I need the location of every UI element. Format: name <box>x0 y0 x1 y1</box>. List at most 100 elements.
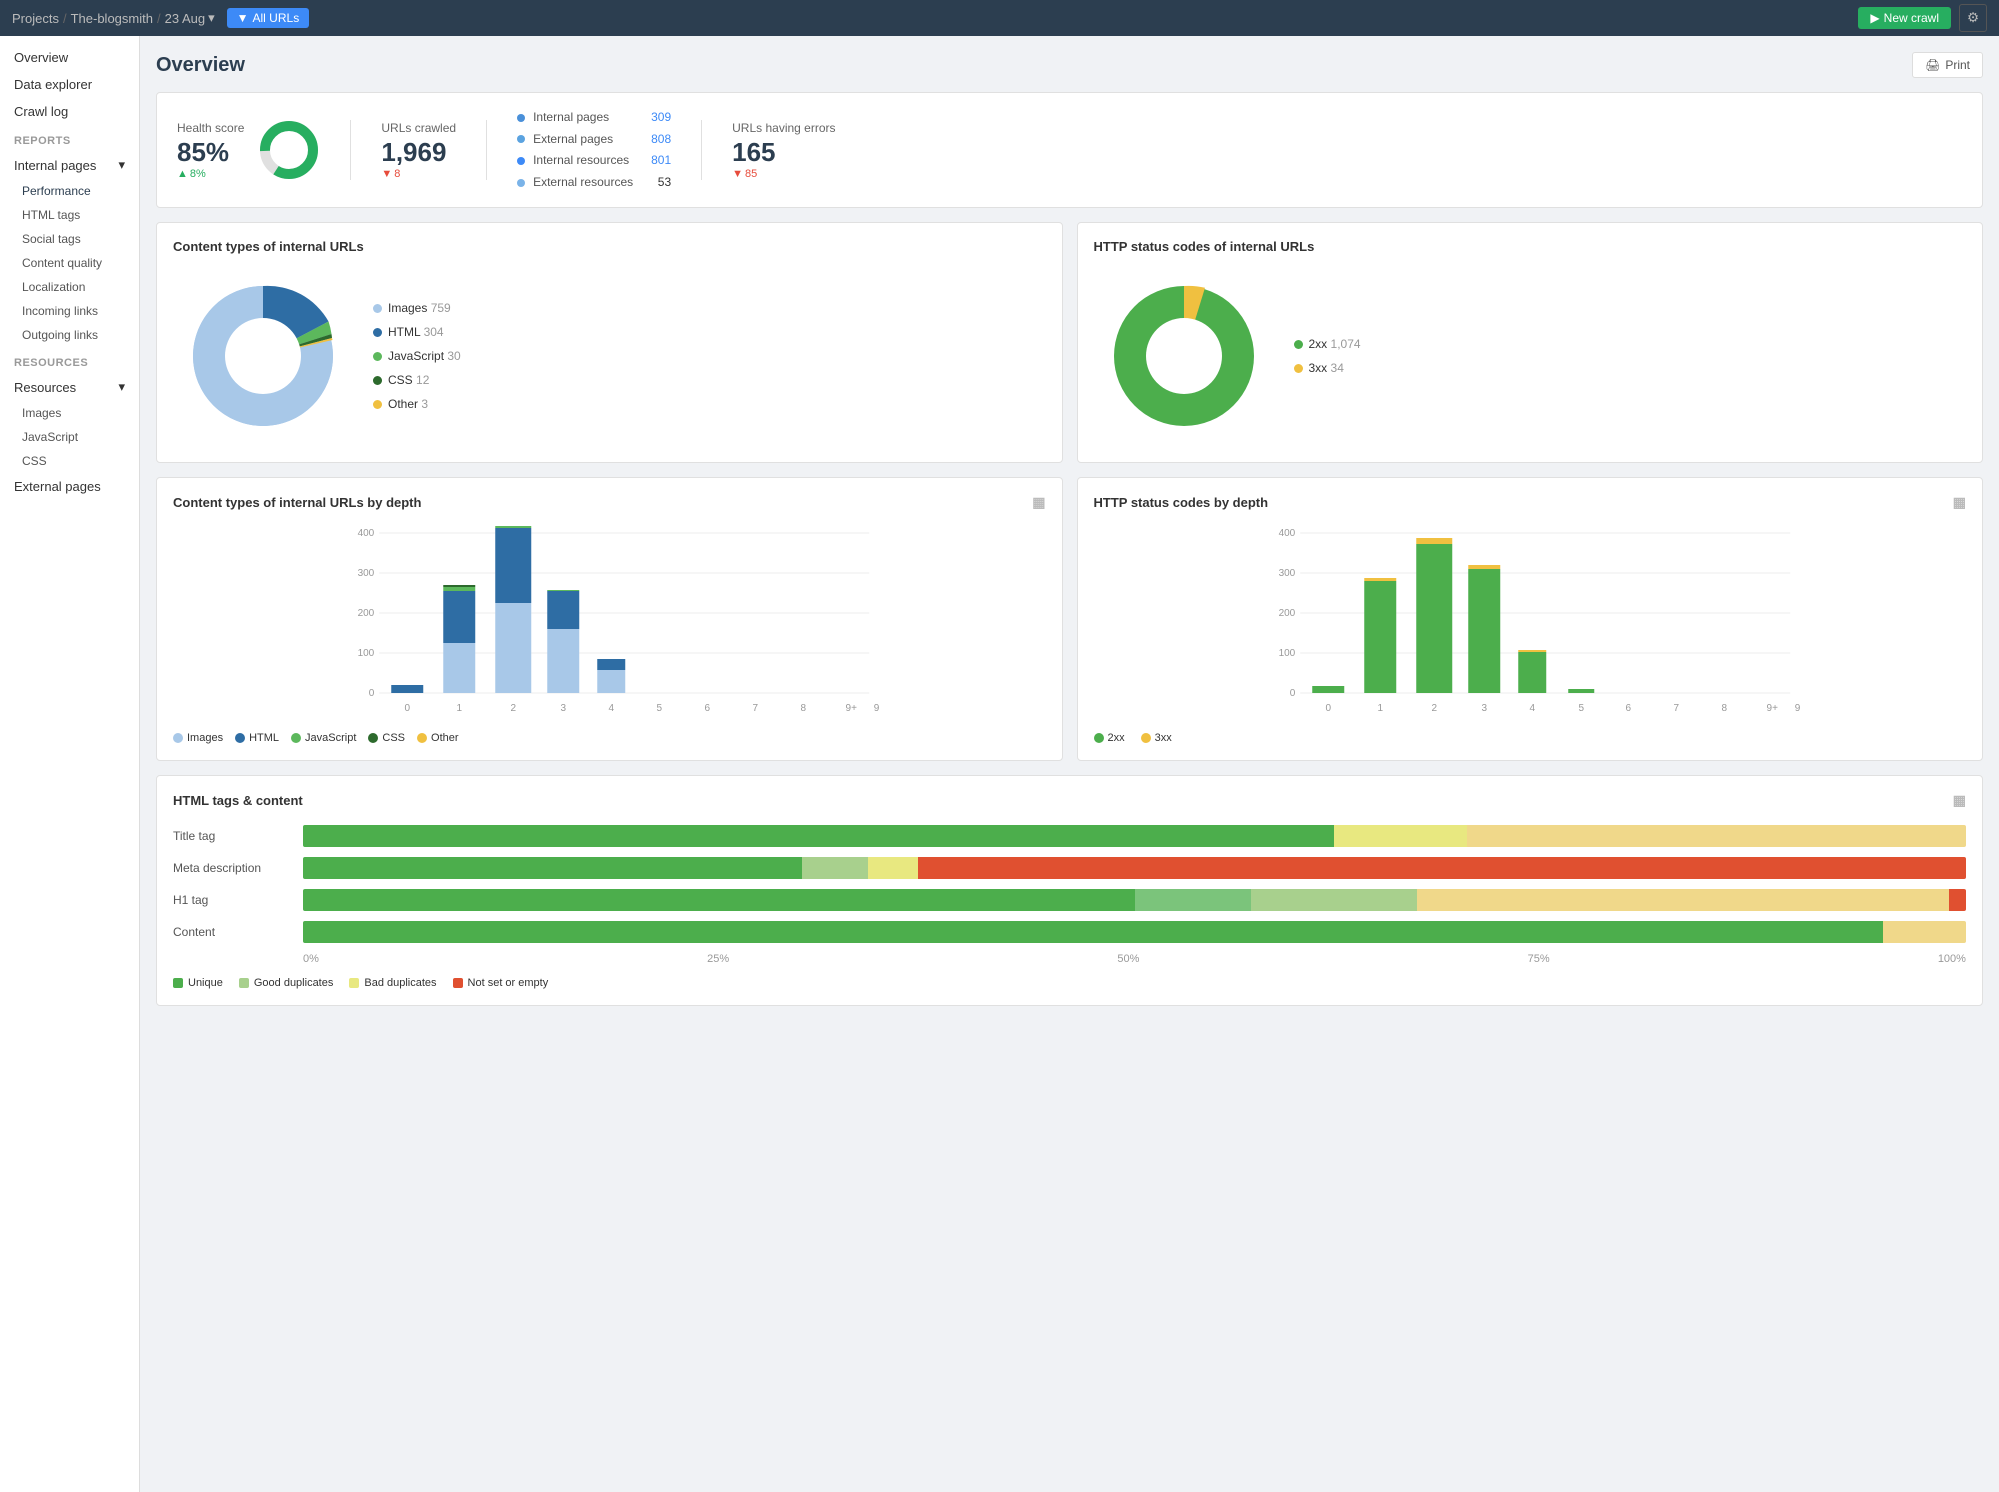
legend-3xx-dot <box>1141 733 1151 743</box>
sidebar-subitem-performance[interactable]: Performance <box>0 179 139 203</box>
legend-other-dot <box>417 733 427 743</box>
sidebar-subitem-css[interactable]: CSS <box>0 449 139 473</box>
svg-text:6: 6 <box>704 703 710 714</box>
svg-text:300: 300 <box>358 568 375 579</box>
svg-text:7: 7 <box>1673 703 1679 714</box>
sidebar-subitem-outgoing-links[interactable]: Outgoing links <box>0 323 139 347</box>
html-tags-card: HTML tags & content ▦ Title tag Meta des… <box>156 775 1983 1006</box>
sidebar-item-external-pages[interactable]: External pages <box>0 473 139 500</box>
meta-unique <box>303 857 802 879</box>
swatch-bad-dup <box>349 978 359 988</box>
legend-2xx-dot <box>1094 733 1104 743</box>
meta-not-set <box>918 857 1966 879</box>
projects-link[interactable]: Projects <box>12 11 59 26</box>
h1-unique <box>303 889 1135 911</box>
legend-3xx-bar: 3xx <box>1141 732 1172 744</box>
up-arrow-icon: ▲ <box>177 168 188 180</box>
meta-desc-row: Meta description <box>173 857 1966 879</box>
http-status-bar-svg: 400 300 200 100 0 <box>1094 523 1967 723</box>
legend-dot-css <box>373 376 382 385</box>
url-row-internal-pages: Internal pages 309 <box>517 107 671 129</box>
svg-text:300: 300 <box>1278 568 1295 579</box>
dot-external-pages <box>517 135 525 143</box>
html-tags-legend: Unique Good duplicates Bad duplicates No… <box>173 977 1966 989</box>
sidebar-item-crawl-log[interactable]: Crawl log <box>0 98 139 125</box>
svg-text:9+: 9+ <box>1766 703 1778 714</box>
sidebar-subitem-localization[interactable]: Localization <box>0 275 139 299</box>
svg-text:8: 8 <box>1721 703 1727 714</box>
http-status-bar-title: HTTP status codes by depth ▦ <box>1094 494 1967 511</box>
sidebar-item-data-explorer[interactable]: Data explorer <box>0 71 139 98</box>
divider1 <box>350 120 351 180</box>
legend-bad-dup: Bad duplicates <box>349 977 436 989</box>
chart-grid-icon3: ▦ <box>1953 792 1966 809</box>
http-status-pie-area: 2xx 1,074 3xx 34 <box>1094 266 1967 446</box>
legend-js-dot <box>291 733 301 743</box>
svg-text:5: 5 <box>656 703 662 714</box>
sidebar-subitem-social-tags[interactable]: Social tags <box>0 227 139 251</box>
settings-button[interactable]: ⚙ <box>1959 4 1987 32</box>
svg-text:9: 9 <box>1794 703 1800 714</box>
urls-errors-label: URLs having errors <box>732 121 835 135</box>
svg-text:0: 0 <box>369 688 375 699</box>
pie-charts-row: Content types of internal URLs <box>156 222 1983 463</box>
h1-tag-bar <box>303 889 1966 911</box>
resources-label: Resources <box>0 347 139 373</box>
content-types-card: Content types of internal URLs <box>156 222 1063 463</box>
svg-text:9+: 9+ <box>846 703 858 714</box>
sidebar-subitem-images[interactable]: Images <box>0 401 139 425</box>
legend-item-other-bar: Other <box>417 732 459 744</box>
sidebar-subitem-incoming-links[interactable]: Incoming links <box>0 299 139 323</box>
dot-internal-resources <box>517 157 525 165</box>
date-button[interactable]: 23 Aug ▾ <box>165 10 215 26</box>
legend-good-dup: Good duplicates <box>239 977 334 989</box>
filter-button[interactable]: ▼ All URLs <box>227 8 310 28</box>
h1-red <box>1949 889 1966 911</box>
svg-text:0: 0 <box>1325 703 1331 714</box>
url-row-internal-resources: Internal resources 801 <box>517 150 671 172</box>
legend-dot-js <box>373 352 382 361</box>
sidebar-subitem-html-tags[interactable]: HTML tags <box>0 203 139 227</box>
title-unique <box>303 825 1334 847</box>
svg-text:200: 200 <box>1278 608 1295 619</box>
urls-errors-group: URLs having errors 165 ▼ 85 <box>732 121 835 180</box>
new-crawl-button[interactable]: ▶ New crawl <box>1858 7 1951 29</box>
urls-crawled-change: ▼ 8 <box>381 168 456 180</box>
divider3 <box>701 120 702 180</box>
title-not-set <box>1467 825 1966 847</box>
filter-icon: ▼ <box>237 11 249 25</box>
divider2 <box>486 120 487 180</box>
sidebar-item-internal-pages[interactable]: Internal pages ▾ <box>0 151 139 179</box>
sidebar-subitem-content-quality[interactable]: Content quality <box>0 251 139 275</box>
legend-unique: Unique <box>173 977 223 989</box>
sidebar-item-resources[interactable]: Resources ▾ <box>0 373 139 401</box>
chevron-icon: ▾ <box>118 157 125 173</box>
legend-dot-3xx <box>1294 364 1303 373</box>
top-nav: Projects / The-blogsmith / 23 Aug ▾ ▼ Al… <box>0 0 1999 36</box>
sep2: / <box>157 11 161 26</box>
legend-html-dot <box>235 733 245 743</box>
svg-text:4: 4 <box>608 703 614 714</box>
http-status-donut-svg <box>1094 266 1274 446</box>
http-status-bar-legend: 2xx 3xx <box>1094 732 1967 744</box>
content-types-pie-area: Images 759 HTML 304 JavaScript 30 C <box>173 266 1046 446</box>
content-types-donut-svg <box>173 266 353 446</box>
h1-tag-row: H1 tag <box>173 889 1966 911</box>
svg-text:1: 1 <box>1377 703 1383 714</box>
blogsmith-link[interactable]: The-blogsmith <box>71 11 153 26</box>
legend-dot-2xx <box>1294 340 1303 349</box>
legend-dot-other <box>373 400 382 409</box>
health-donut-chart <box>258 119 320 181</box>
svg-text:5: 5 <box>1578 703 1584 714</box>
legend-item-js-bar: JavaScript <box>291 732 356 744</box>
sidebar-item-overview[interactable]: Overview <box>0 44 139 71</box>
print-button[interactable]: 🖨 Print <box>1912 52 1983 78</box>
swatch-not-set <box>453 978 463 988</box>
legend-images-dot <box>173 733 183 743</box>
sidebar-subitem-javascript[interactable]: JavaScript <box>0 425 139 449</box>
nav-right-actions: ▶ New crawl ⚙ <box>1858 4 1987 32</box>
legend-html: HTML 304 <box>373 320 461 344</box>
content-not-set <box>1883 921 1966 943</box>
svg-text:200: 200 <box>358 608 375 619</box>
stats-bar: Health score 85% ▲ 8% URLs <box>156 92 1983 208</box>
